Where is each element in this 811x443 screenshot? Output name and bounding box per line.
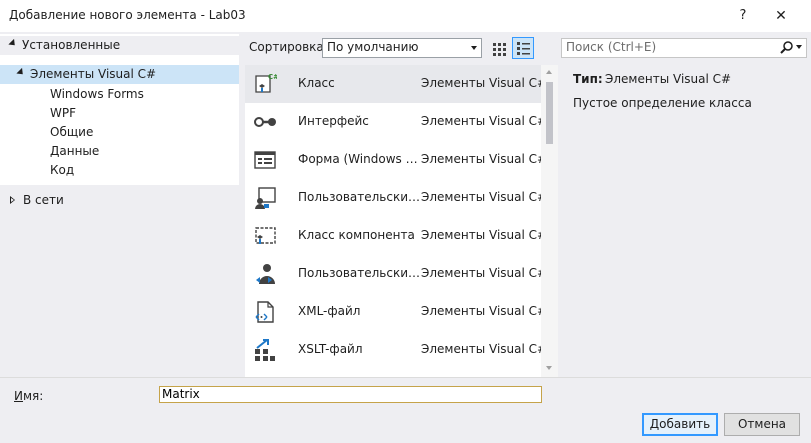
title-bar: Добавление нового элемента - Lab03 ? ✕ [0,0,811,32]
item-name: Пользовательский элемент управления WPF [298,266,421,280]
detail-type-value: Элементы Visual C# [605,72,732,86]
help-button[interactable]: ? [731,4,755,28]
list-item-partial[interactable] [245,369,541,377]
item-type: Элементы Visual C# [421,228,541,242]
form-icon [254,151,276,169]
chevron-down-icon [471,46,477,50]
close-button[interactable]: ✕ [768,4,794,28]
list-item-user-control[interactable]: Пользовательский элемент управления Элем… [245,179,541,217]
tree-node-wpf[interactable]: WPF [50,104,76,123]
list-item-interface[interactable]: Интерфейс Элементы Visual C# [245,103,541,141]
list-view-button[interactable] [512,37,534,59]
tree-node-label: В сети [23,193,64,207]
user-control-icon [255,187,276,209]
component-class-icon [255,227,276,244]
tree-node-code[interactable]: Код [50,161,74,180]
divider [0,377,811,378]
tree-node-label: Элементы Visual C# [30,67,157,81]
item-type: Элементы Visual C# [421,304,541,318]
interface-icon [254,117,276,127]
list-item-wpf-user-control[interactable]: Пользовательский элемент управления WPF … [245,255,541,293]
cancel-button[interactable]: Отмена [724,413,800,436]
item-type: Элементы Visual C# [421,190,541,204]
add-label-mnemonic: Д [649,417,660,431]
item-name: Интерфейс [298,114,369,128]
detail-type-label: Тип: [573,72,603,86]
window-title: Добавление нового элемента - Lab03 [9,8,246,22]
tree-node-online[interactable]: В сети [0,191,239,210]
grid-view-icon [493,43,506,56]
sort-dropdown[interactable]: По умолчанию [322,38,482,58]
detail-description: Пустое определение класса [573,96,752,110]
template-list[interactable]: C# Класс Элементы Visual C# Интерфейс Эл… [245,65,541,377]
item-name: Пользовательский элемент управления [298,190,421,204]
search-icon[interactable] [780,40,794,56]
detail-pane: Тип: Элементы Visual C# Пустое определен… [561,65,811,377]
tree-node-visual-cs[interactable]: Элементы Visual C# [0,65,239,84]
list-item-xslt-file[interactable]: XSLT-файл Элементы Visual C# [245,331,541,369]
name-label-text: мя: [22,389,44,403]
list-item-class[interactable]: C# Класс Элементы Visual C# [245,65,541,103]
add-label-text: обавить [659,417,711,431]
item-type: Элементы Visual C# [421,266,541,280]
item-name: XSLT-файл [298,342,363,356]
item-name: Класс компонента [298,228,415,242]
add-button[interactable]: Добавить [642,413,718,436]
item-type: Элементы Visual C# [421,152,541,166]
list-item-component-class[interactable]: Класс компонента Элементы Visual C# [245,217,541,255]
name-label: Имя: [14,389,43,403]
category-tree: Установленные Элементы Visual C# Windows… [0,34,239,377]
xml-file-icon [255,301,274,323]
tree-node-data[interactable]: Данные [50,142,99,161]
scroll-thumb[interactable] [546,82,553,144]
tree-node-general[interactable]: Общие [50,123,93,142]
name-label-mnemonic: И [14,389,23,403]
sort-label: Сортировка: [249,40,328,54]
scroll-down-icon[interactable] [546,366,552,370]
list-item-form[interactable]: Форма (Windows Forms) Элементы Visual C# [245,141,541,179]
grid-view-button[interactable] [489,38,509,58]
tree-node-installed[interactable]: Установленные [0,36,239,55]
item-name: XML-файл [298,304,361,318]
wpf-user-control-icon [256,264,275,284]
search-options-chevron-icon[interactable] [796,45,802,49]
item-name: Форма (Windows Forms) [298,152,421,166]
list-scrollbar[interactable] [541,65,558,377]
list-view-icon [517,42,530,55]
item-type: Элементы Visual C# [421,342,541,356]
expand-arrow-icon[interactable] [16,67,26,78]
xslt-file-icon [255,339,275,361]
arrow-hollow [11,198,14,202]
installed-section [0,34,239,185]
svg-text:C#: C# [268,73,277,81]
search-input[interactable]: Поиск (Ctrl+E) [561,38,807,58]
item-name: Класс [298,76,335,90]
scroll-up-icon[interactable] [546,70,552,74]
sort-value: По умолчанию [327,40,419,54]
name-field[interactable] [159,386,542,403]
item-type: Элементы Visual C# [421,76,541,90]
item-type: Элементы Visual C# [421,114,541,128]
class-icon: C# [255,73,277,93]
list-item-xml-file[interactable]: XML-файл Элементы Visual C# [245,293,541,331]
expand-arrow-icon[interactable] [8,38,18,49]
tree-node-label: Установленные [22,38,121,52]
tree-node-windows-forms[interactable]: Windows Forms [50,85,144,104]
search-placeholder: Поиск (Ctrl+E) [566,40,657,54]
